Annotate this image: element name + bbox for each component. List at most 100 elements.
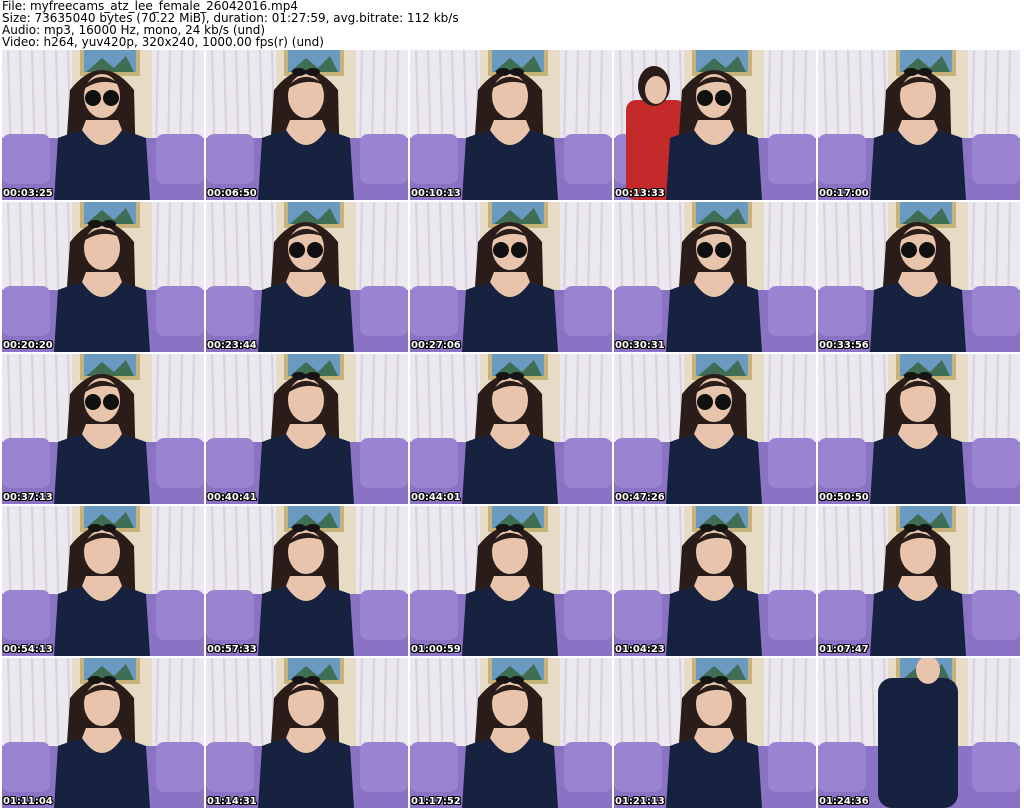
sofa-cushion-left <box>206 286 254 336</box>
sunglasses-on-head-right <box>102 220 116 228</box>
sunglasses-on-head-left <box>904 524 918 532</box>
sofa-cushion-right <box>972 134 1020 184</box>
timestamp-label: 00:54:13 <box>3 644 53 655</box>
timestamp-label: 01:21:13 <box>615 796 665 807</box>
sunglasses-lens-left <box>493 242 509 258</box>
sunglasses-on-head-right <box>102 524 116 532</box>
timestamp-label: 00:27:06 <box>411 340 461 351</box>
sunglasses-lens-left <box>85 394 101 410</box>
frame-image <box>614 354 816 504</box>
sofa-cushion-left <box>410 590 458 640</box>
frame-image <box>818 50 1020 200</box>
second-person-face <box>645 76 667 104</box>
sunglasses-on-head-right <box>714 524 728 532</box>
thumbnail-frame: 01:11:04 <box>2 658 204 808</box>
frame-image <box>818 658 1020 808</box>
sunglasses-on-head-left <box>904 68 918 76</box>
sofa-cushion-right <box>360 286 408 336</box>
sofa-cushion-left <box>206 134 254 184</box>
thumbnail-frame: 00:03:25 <box>2 50 204 200</box>
sunglasses-on-head-right <box>918 372 932 380</box>
thumbnail-frame: 00:20:20 <box>2 202 204 352</box>
thumbnail-frame: 01:14:31 <box>206 658 408 808</box>
sunglasses-lens-left <box>289 242 305 258</box>
sofa-cushion-right <box>972 590 1020 640</box>
sofa-cushion-right <box>360 590 408 640</box>
sunglasses-lens-left <box>85 90 101 106</box>
thumbnail-frame: 01:00:59 <box>410 506 612 656</box>
timestamp-label: 00:33:56 <box>819 340 869 351</box>
sunglasses-on-head-right <box>510 68 524 76</box>
timestamp-label: 01:17:52 <box>411 796 461 807</box>
sofa-cushion-right <box>360 134 408 184</box>
sofa-cushion-left <box>818 134 866 184</box>
sunglasses-lens-left <box>697 242 713 258</box>
sofa-cushion-right <box>156 590 204 640</box>
sunglasses-on-head-right <box>510 676 524 684</box>
sofa-cushion-left <box>2 438 50 488</box>
frame-image <box>2 506 204 656</box>
timestamp-label: 01:14:31 <box>207 796 257 807</box>
sofa-cushion-left <box>818 438 866 488</box>
sofa-cushion-left <box>410 742 458 792</box>
thumbnail-frame: 01:04:23 <box>614 506 816 656</box>
thumbnail-frame: 00:13:33 <box>614 50 816 200</box>
sunglasses-on-head-left <box>904 372 918 380</box>
sunglasses-lens-left <box>697 394 713 410</box>
sofa-cushion-right <box>156 742 204 792</box>
sunglasses-on-head-right <box>306 676 320 684</box>
sofa-cushion-right <box>972 286 1020 336</box>
frame-image <box>2 50 204 200</box>
frame-image <box>2 202 204 352</box>
sunglasses-on-head-right <box>306 524 320 532</box>
thumbnail-frame: 00:37:13 <box>2 354 204 504</box>
sunglasses-lens-right <box>919 242 935 258</box>
sofa-cushion-left <box>2 134 50 184</box>
sofa-cushion-right <box>564 134 612 184</box>
timestamp-label: 00:06:50 <box>207 188 257 199</box>
thumbnail-frame: 00:10:13 <box>410 50 612 200</box>
thumbnail-frame: 01:17:52 <box>410 658 612 808</box>
sofa-cushion-left <box>614 438 662 488</box>
sunglasses-on-head-right <box>510 372 524 380</box>
sofa-cushion-left <box>818 742 866 792</box>
sunglasses-on-head-left <box>292 676 306 684</box>
sofa-cushion-left <box>614 742 662 792</box>
sunglasses-on-head-left <box>88 220 102 228</box>
sofa-cushion-right <box>768 134 816 184</box>
frame-image <box>206 202 408 352</box>
sofa-cushion-left <box>2 742 50 792</box>
sofa-cushion-right <box>564 286 612 336</box>
sunglasses-on-head-left <box>700 524 714 532</box>
timestamp-label: 01:24:36 <box>819 796 869 807</box>
thumbnail-grid: 00:03:25 00:06:50 00:10:13 00:13:33 00:17:00… <box>2 50 1022 810</box>
sunglasses-on-head-left <box>88 524 102 532</box>
sofa-cushion-right <box>156 134 204 184</box>
frame-image <box>410 658 612 808</box>
sunglasses-lens-right <box>307 242 323 258</box>
sofa-cushion-left <box>410 286 458 336</box>
timestamp-label: 00:30:31 <box>615 340 665 351</box>
sofa-cushion-right <box>360 742 408 792</box>
sofa-cushion-left <box>410 438 458 488</box>
frame-image <box>818 506 1020 656</box>
timestamp-label: 00:47:26 <box>615 492 665 503</box>
timestamp-label: 01:00:59 <box>411 644 461 655</box>
sofa-cushion-right <box>972 438 1020 488</box>
sofa-cushion-right <box>360 438 408 488</box>
timestamp-label: 00:13:33 <box>615 188 665 199</box>
sunglasses-on-head-right <box>102 676 116 684</box>
sunglasses-on-head-left <box>292 372 306 380</box>
timestamp-label: 00:37:13 <box>3 492 53 503</box>
sunglasses-on-head-left <box>292 524 306 532</box>
sunglasses-on-head-right <box>918 68 932 76</box>
sunglasses-lens-right <box>715 394 731 410</box>
sunglasses-on-head-left <box>700 676 714 684</box>
frame-image <box>206 658 408 808</box>
timestamp-label: 01:11:04 <box>3 796 53 807</box>
sofa-cushion-right <box>564 742 612 792</box>
frame-image <box>614 50 816 200</box>
sofa-cushion-left <box>410 134 458 184</box>
sunglasses-on-head-right <box>714 676 728 684</box>
timestamp-label: 00:40:41 <box>207 492 257 503</box>
